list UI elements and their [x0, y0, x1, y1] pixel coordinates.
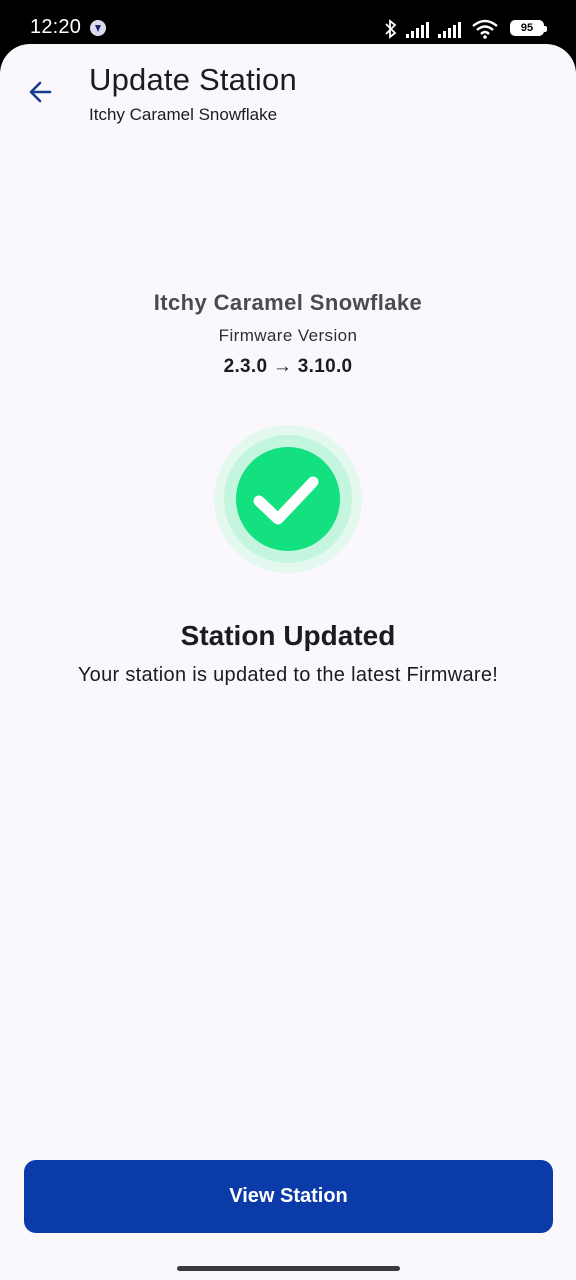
firmware-label: Firmware Version	[218, 326, 358, 345]
status-time: 12:20	[30, 16, 82, 38]
result-message: Your station is updated to the latest Fi…	[77, 664, 499, 686]
home-indicator[interactable]	[177, 1266, 400, 1271]
check-circle-icon	[214, 425, 362, 573]
page-subtitle: Itchy Caramel Snowflake	[89, 105, 278, 124]
bluetooth-icon	[385, 19, 397, 39]
firmware-versions: 2.3.0 → 3.10.0	[223, 356, 353, 377]
wifi-icon	[472, 19, 498, 39]
station-name: Itchy Caramel Snowflake	[153, 290, 423, 315]
back-button[interactable]	[14, 70, 70, 114]
cell-signal-icon	[406, 22, 429, 38]
page-title: Update Station	[89, 62, 297, 97]
result-title: Station Updated	[180, 620, 396, 651]
update-station-screen: Update Station Itchy Caramel Snowflake I…	[0, 44, 576, 1280]
cell-signal-icon	[438, 22, 461, 38]
view-station-button[interactable]: View Station	[24, 1160, 553, 1233]
app-notification-icon	[90, 20, 106, 36]
arrow-left-icon	[29, 81, 52, 103]
battery-icon: 95	[510, 20, 547, 36]
status-icons: 95	[384, 17, 547, 41]
battery-level: 95	[520, 22, 534, 34]
